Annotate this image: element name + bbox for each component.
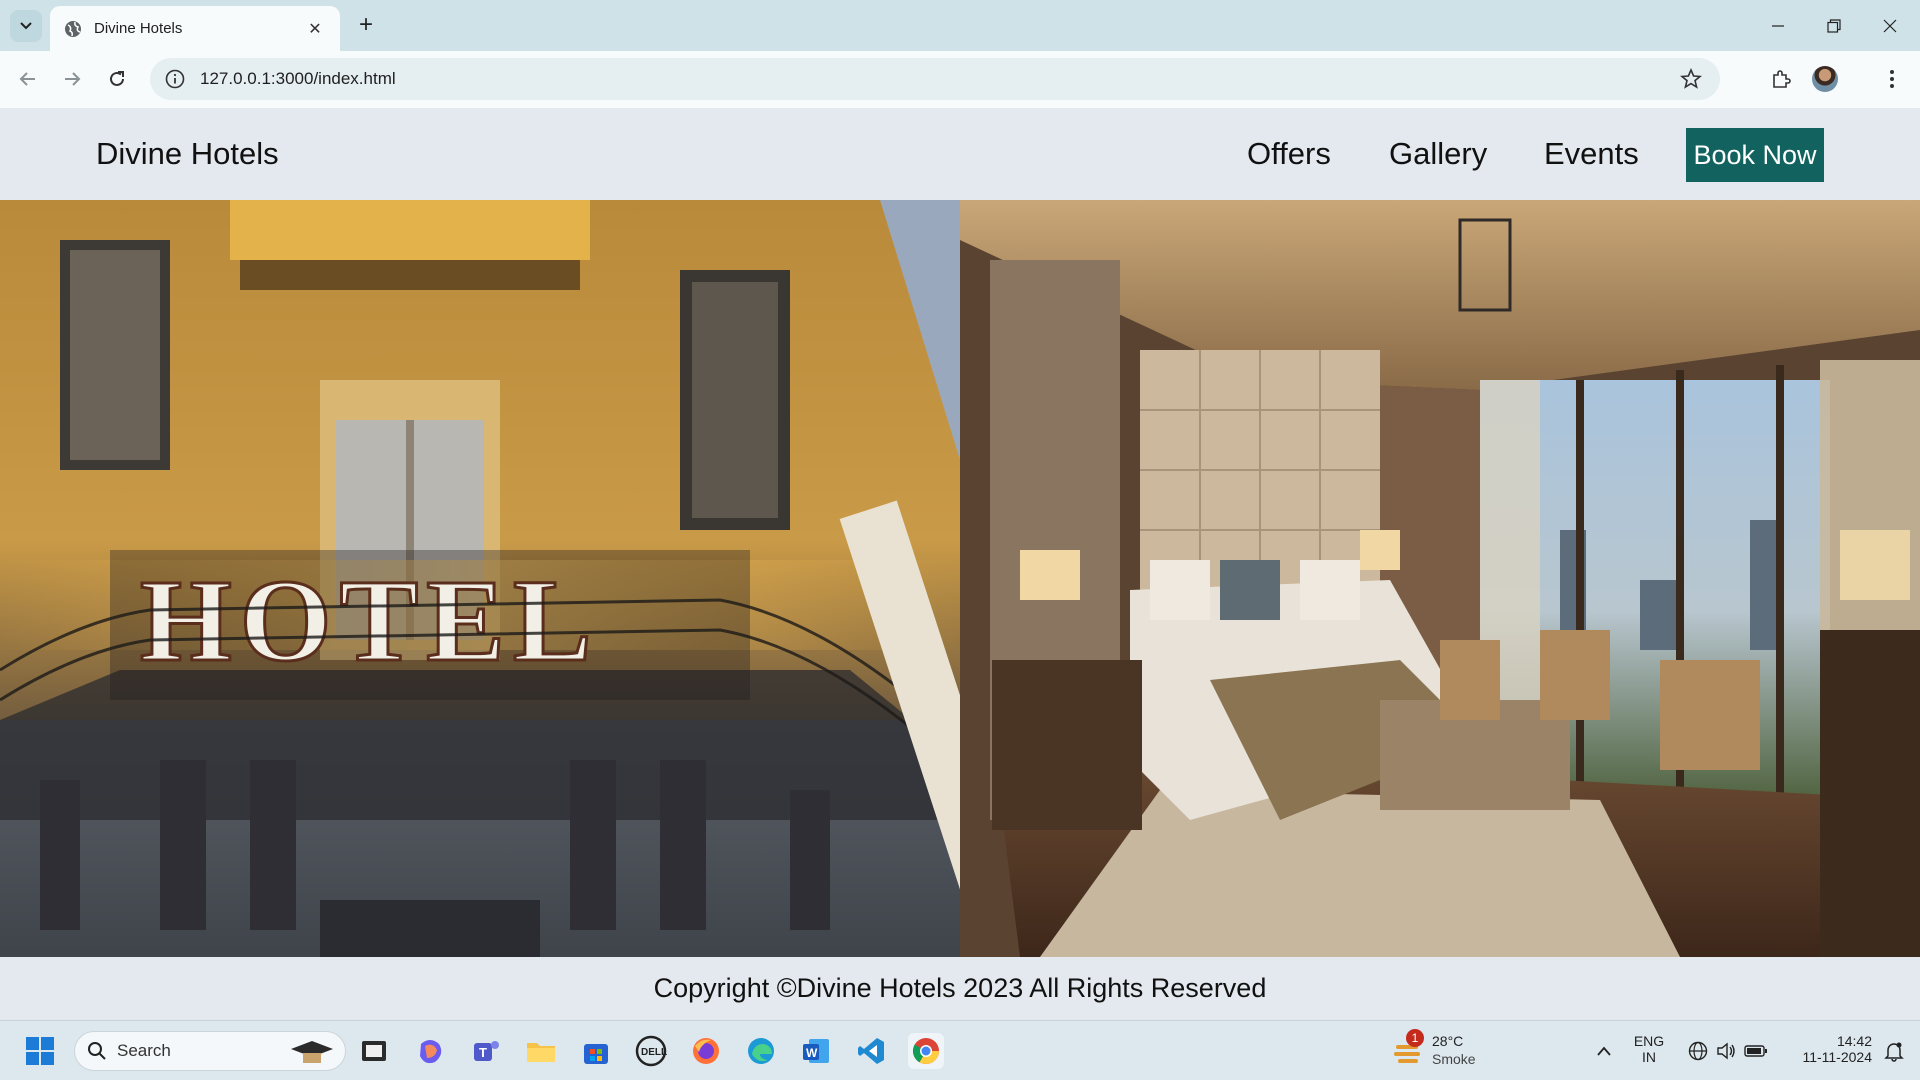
extensions-button[interactable] bbox=[1765, 63, 1797, 95]
reload-icon bbox=[110, 71, 124, 86]
nav-gallery[interactable]: Gallery bbox=[1389, 136, 1487, 172]
profile-button[interactable] bbox=[1809, 63, 1841, 95]
browser-menu-button[interactable] bbox=[1876, 63, 1908, 95]
minimize-button[interactable] bbox=[1750, 0, 1806, 51]
puzzle-icon bbox=[1773, 70, 1791, 88]
restore-button[interactable] bbox=[1806, 0, 1862, 51]
vscode-icon[interactable] bbox=[853, 1033, 889, 1069]
hotel-facade-image: HOTEL bbox=[0, 200, 960, 957]
browser-toolbar: 127.0.0.1:3000/index.html bbox=[0, 51, 1920, 108]
back-button[interactable] bbox=[12, 63, 44, 95]
close-tab-icon[interactable]: ✕ bbox=[304, 18, 326, 40]
language-indicator[interactable]: ENG IN bbox=[1626, 1033, 1672, 1065]
windows-taskbar: Search T DELL W 1 28°C Smoke ENG IN 14:4… bbox=[0, 1020, 1920, 1080]
more-vertical-icon bbox=[1890, 70, 1894, 88]
tab-title: Divine Hotels bbox=[94, 20, 183, 37]
new-tab-button[interactable]: + bbox=[352, 12, 380, 40]
nav-events[interactable]: Events bbox=[1544, 136, 1639, 172]
web-page: Divine Hotels Offers Gallery Events Book… bbox=[0, 108, 1920, 1020]
book-now-button[interactable]: Book Now bbox=[1686, 128, 1824, 182]
taskbar-search-box[interactable]: Search bbox=[74, 1031, 346, 1071]
chrome-icon[interactable] bbox=[908, 1033, 944, 1069]
taskbar-search-label: Search bbox=[117, 1041, 171, 1060]
arrow-right-icon bbox=[65, 72, 81, 86]
globe-icon bbox=[65, 20, 81, 37]
folder-icon[interactable] bbox=[523, 1033, 559, 1069]
chevron-up-icon[interactable] bbox=[1586, 1033, 1622, 1069]
browser-tab[interactable]: Divine Hotels ✕ bbox=[50, 6, 340, 51]
weather-condition: Smoke bbox=[1432, 1051, 1476, 1067]
language-region: IN bbox=[1642, 1049, 1656, 1065]
weather-temp: 28°C bbox=[1432, 1033, 1464, 1049]
dell-icon[interactable]: DELL bbox=[633, 1033, 669, 1069]
svg-text:W: W bbox=[806, 1046, 818, 1060]
file-manager-icon[interactable] bbox=[356, 1033, 392, 1069]
close-window-button[interactable] bbox=[1862, 0, 1918, 51]
language-code: ENG bbox=[1633, 1033, 1665, 1049]
word-icon[interactable]: W bbox=[798, 1033, 834, 1069]
browser-tab-bar: Divine Hotels ✕ + bbox=[0, 0, 1920, 51]
copilot-icon[interactable] bbox=[412, 1033, 448, 1069]
weather-widget[interactable]: 1 28°C Smoke bbox=[1392, 1029, 1492, 1071]
close-icon bbox=[1883, 19, 1897, 32]
site-info-icon[interactable] bbox=[164, 68, 186, 90]
nav-offers[interactable]: Offers bbox=[1247, 136, 1331, 172]
minimize-icon bbox=[1772, 24, 1784, 27]
store-icon[interactable] bbox=[578, 1033, 614, 1069]
graduation-cap-icon bbox=[291, 1041, 333, 1063]
clock-date: 11-11-2024 bbox=[1802, 1049, 1872, 1065]
battery-icon[interactable] bbox=[1738, 1033, 1774, 1069]
site-footer: Copyright ©Divine Hotels 2023 All Rights… bbox=[0, 957, 1920, 1020]
edge-icon[interactable] bbox=[743, 1033, 779, 1069]
clock-time: 14:42 bbox=[1836, 1033, 1872, 1049]
tab-search-button[interactable] bbox=[10, 10, 42, 42]
clock[interactable]: 14:42 11-11-2024 bbox=[1782, 1033, 1872, 1065]
weather-alert-badge: 1 bbox=[1406, 1029, 1424, 1047]
address-bar[interactable]: 127.0.0.1:3000/index.html bbox=[150, 58, 1720, 100]
notification-bell-icon[interactable] bbox=[1876, 1033, 1912, 1069]
windows-start-icon[interactable] bbox=[22, 1033, 58, 1069]
reload-button[interactable] bbox=[101, 63, 133, 95]
site-brand[interactable]: Divine Hotels bbox=[96, 136, 279, 172]
chevron-down-icon bbox=[20, 22, 32, 30]
teams-icon[interactable]: T bbox=[468, 1033, 504, 1069]
hotel-sign: HOTEL bbox=[139, 554, 600, 688]
hotel-sign-text: HOTEL bbox=[140, 555, 600, 686]
bookmark-star-icon[interactable] bbox=[1680, 68, 1702, 90]
svg-text:T: T bbox=[479, 1045, 487, 1060]
svg-text:DELL: DELL bbox=[641, 1047, 667, 1058]
forward-button[interactable] bbox=[56, 63, 88, 95]
search-icon bbox=[88, 1042, 106, 1060]
restore-icon bbox=[1827, 18, 1841, 33]
arrow-left-icon bbox=[19, 72, 35, 86]
site-header: Divine Hotels Offers Gallery Events Book… bbox=[0, 108, 1920, 200]
firefox-icon[interactable] bbox=[688, 1033, 724, 1069]
hotel-room-image bbox=[960, 200, 1920, 957]
hero-gallery: HOTEL bbox=[0, 200, 1920, 957]
url-text[interactable]: 127.0.0.1:3000/index.html bbox=[200, 69, 396, 89]
avatar bbox=[1812, 66, 1838, 92]
